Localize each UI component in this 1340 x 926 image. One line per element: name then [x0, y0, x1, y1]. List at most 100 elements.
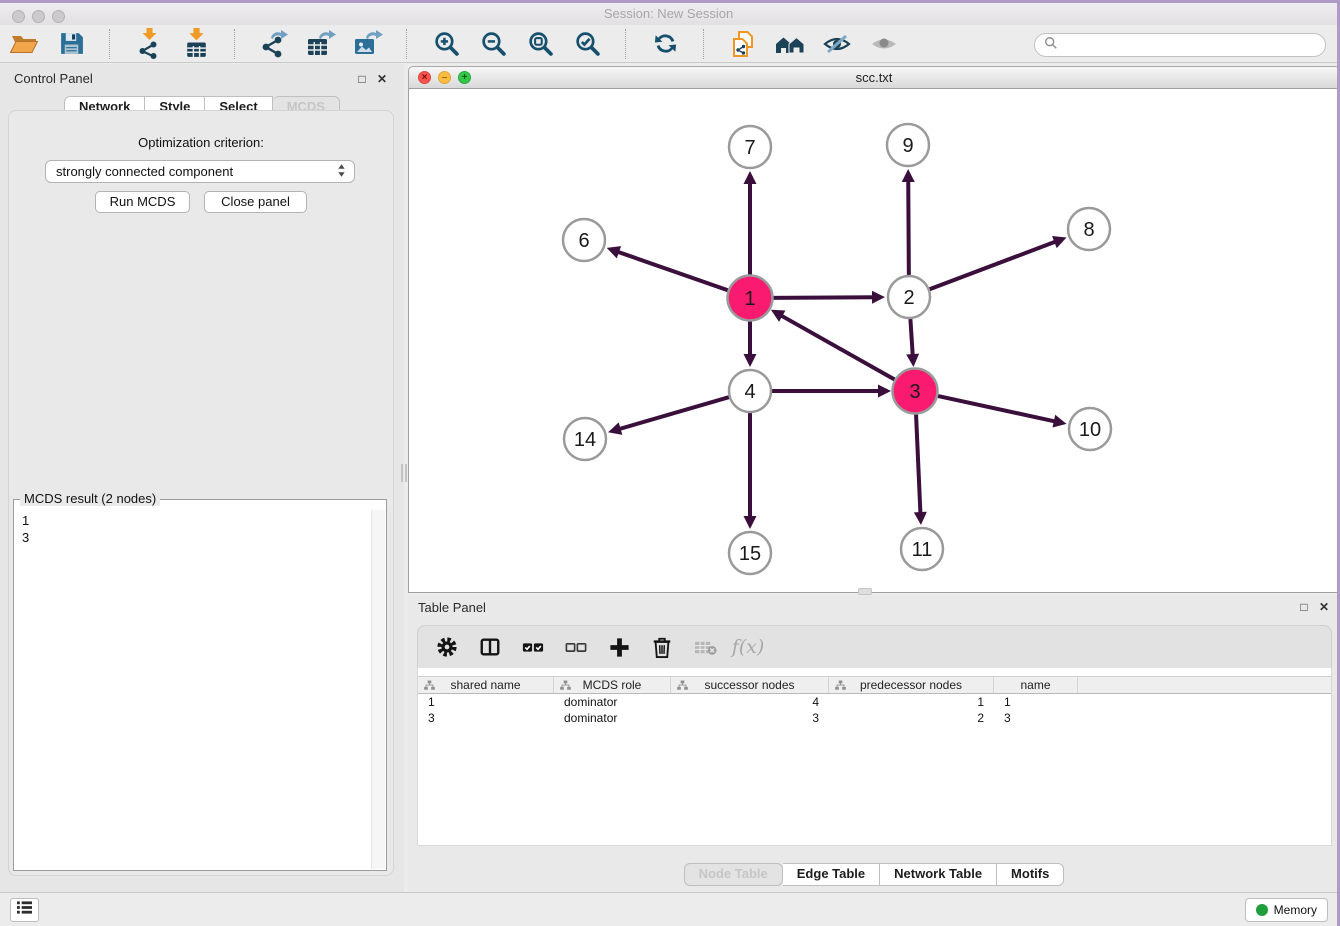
optimization-criterion-select[interactable]: strongly connected component — [45, 160, 355, 183]
node-11[interactable]: 11 — [901, 528, 943, 570]
table-cell[interactable]: 3 — [994, 711, 1078, 725]
deselect-all-columns-icon[interactable] — [563, 634, 589, 660]
zoom-in-icon[interactable] — [430, 28, 462, 60]
result-line: 1 — [22, 512, 370, 529]
edge-1-7[interactable] — [744, 171, 757, 276]
tab-edge-table[interactable]: Edge Table — [783, 863, 880, 886]
export-table-icon[interactable] — [305, 28, 337, 60]
split-view-icon[interactable] — [477, 634, 503, 660]
export-network-icon[interactable] — [258, 28, 290, 60]
table-cell[interactable]: 1 — [829, 695, 994, 709]
network-maximize-icon[interactable]: + — [458, 71, 471, 84]
float-panel-icon[interactable]: □ — [355, 73, 369, 87]
panel-splitter-handle[interactable] — [399, 464, 408, 482]
refresh-layout-icon[interactable] — [649, 28, 681, 60]
open-session-icon[interactable] — [8, 28, 40, 60]
svg-text:8: 8 — [1083, 219, 1094, 241]
table-row[interactable]: 3dominator323 — [418, 710, 1331, 726]
edge-2-3[interactable] — [906, 319, 919, 367]
add-column-icon[interactable] — [606, 634, 632, 660]
memory-button[interactable]: Memory — [1245, 898, 1328, 922]
control-panel: Control Panel □ ✕ NetworkStyleSelectMCDS… — [0, 64, 404, 892]
delete-column-icon[interactable] — [649, 634, 675, 660]
node-1[interactable]: 1 — [728, 276, 773, 321]
search-input[interactable] — [1063, 35, 1325, 55]
tab-node-table[interactable]: Node Table — [684, 863, 783, 886]
table-cell[interactable]: dominator — [554, 711, 671, 725]
table-toolbar: f(x) — [417, 625, 1332, 668]
column-label: MCDS role — [583, 678, 642, 692]
zoom-fit-icon[interactable] — [524, 28, 556, 60]
result-scrollbar[interactable] — [371, 510, 385, 869]
column-header-predecessor-nodes[interactable]: predecessor nodes — [829, 677, 994, 693]
select-all-columns-icon[interactable] — [520, 634, 546, 660]
table-cell[interactable]: dominator — [554, 695, 671, 709]
first-neighbors-icon[interactable] — [774, 28, 806, 60]
edge-3-1[interactable] — [771, 310, 896, 380]
hide-selected-icon[interactable] — [821, 28, 853, 60]
table-cell[interactable]: 2 — [829, 711, 994, 725]
close-table-panel-icon[interactable]: ✕ — [1317, 601, 1331, 615]
toolbar-separator — [109, 29, 111, 59]
column-header-shared-name[interactable]: shared name — [418, 677, 554, 693]
mcds-result-list[interactable]: 13 — [14, 508, 370, 868]
zoom-out-icon[interactable] — [477, 28, 509, 60]
column-header-mcds-role[interactable]: MCDS role — [554, 677, 671, 693]
edge-3-10[interactable] — [936, 396, 1066, 428]
close-panel-button[interactable]: Close panel — [204, 191, 307, 213]
edge-2-9[interactable] — [902, 169, 915, 275]
network-canvas[interactable]: 1 2 3 4 6 7 8 9 10 11 14 15 — [408, 88, 1340, 593]
table-cell[interactable]: 1 — [994, 695, 1078, 709]
tab-network-table[interactable]: Network Table — [880, 863, 997, 886]
table-settings-icon[interactable] — [434, 634, 460, 660]
edge-2-8[interactable] — [930, 236, 1067, 289]
table-row[interactable]: 1dominator411 — [418, 694, 1331, 710]
app-titlebar: Session: New Session — [0, 3, 1337, 25]
zoom-selected-icon[interactable] — [571, 28, 603, 60]
node-10[interactable]: 10 — [1069, 408, 1111, 450]
edge-3-11[interactable] — [914, 413, 927, 525]
optimization-criterion-label: Optimization criterion: — [9, 135, 393, 150]
network-window-titlebar[interactable]: scc.txt × – + — [408, 66, 1340, 88]
task-history-button[interactable] — [10, 898, 39, 922]
node-7[interactable]: 7 — [729, 126, 771, 168]
table-panel: Table Panel □ ✕ f(x) shared nameMCDS rol… — [408, 595, 1340, 892]
desktop-edge-top — [0, 0, 1340, 3]
save-session-icon[interactable] — [55, 28, 87, 60]
node-9[interactable]: 9 — [887, 124, 929, 166]
new-network-from-selection-icon[interactable] — [727, 28, 759, 60]
edge-4-14[interactable] — [608, 397, 729, 435]
table-cell[interactable]: 3 — [418, 711, 554, 725]
edge-4-3[interactable] — [772, 385, 891, 398]
horizontal-splitter-handle[interactable] — [858, 588, 872, 595]
table-cell[interactable]: 1 — [418, 695, 554, 709]
search-field[interactable] — [1034, 33, 1326, 57]
network-minimize-icon[interactable]: – — [438, 71, 451, 84]
edge-4-15[interactable] — [744, 413, 757, 529]
network-close-icon[interactable]: × — [418, 71, 431, 84]
node-6[interactable]: 6 — [563, 219, 605, 261]
tab-motifs[interactable]: Motifs — [997, 863, 1064, 886]
import-network-icon[interactable] — [133, 28, 165, 60]
edge-1-6[interactable] — [607, 246, 730, 291]
column-header-successor-nodes[interactable]: successor nodes — [671, 677, 829, 693]
show-all-icon[interactable] — [868, 28, 900, 60]
node-14[interactable]: 14 — [564, 418, 606, 460]
node-3[interactable]: 3 — [893, 369, 938, 414]
toolbar-separator — [703, 29, 705, 59]
node-4[interactable]: 4 — [729, 370, 771, 412]
node-2[interactable]: 2 — [888, 276, 930, 318]
node-15[interactable]: 15 — [729, 532, 771, 574]
export-image-icon[interactable] — [352, 28, 384, 60]
import-table-icon[interactable] — [180, 28, 212, 60]
close-panel-icon[interactable]: ✕ — [375, 73, 389, 87]
run-mcds-button[interactable]: Run MCDS — [95, 191, 190, 213]
table-cell[interactable]: 3 — [671, 711, 829, 725]
table-cell[interactable]: 4 — [671, 695, 829, 709]
column-header-name[interactable]: name — [994, 677, 1078, 693]
node-8[interactable]: 8 — [1068, 208, 1110, 250]
edge-1-4[interactable] — [744, 320, 757, 367]
float-table-panel-icon[interactable]: □ — [1297, 601, 1311, 615]
svg-text:1: 1 — [744, 288, 755, 310]
edge-1-2[interactable] — [772, 291, 885, 304]
